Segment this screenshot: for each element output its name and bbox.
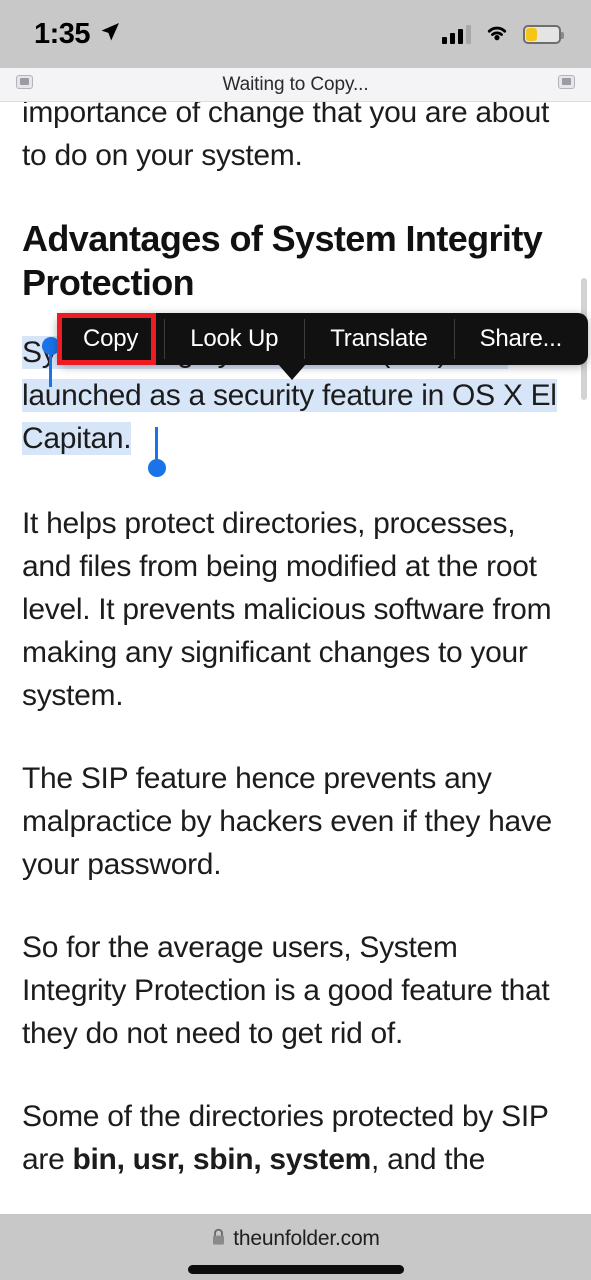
paragraph-5-bold-dirs: bin, usr, sbin, system bbox=[72, 1143, 372, 1176]
context-menu-item-translate[interactable]: Translate bbox=[304, 313, 453, 365]
url-bar[interactable]: theunfolder.com bbox=[211, 1227, 380, 1251]
article-content[interactable]: process, let us first discuss the import… bbox=[0, 102, 591, 1214]
paragraph-top: process, let us first discuss the import… bbox=[22, 102, 549, 172]
browser-bottom-bar: theunfolder.com bbox=[0, 1214, 591, 1280]
status-bar-time: 1:35 bbox=[34, 17, 91, 50]
broken-image-icon-right bbox=[558, 75, 575, 89]
wifi-icon bbox=[484, 22, 510, 47]
paragraph-5-text-end: , and the bbox=[371, 1143, 486, 1176]
context-menu-item-copy[interactable]: Copy bbox=[57, 313, 164, 365]
lock-icon bbox=[211, 1228, 226, 1251]
paragraph-5: Some of the directories protected by SIP… bbox=[22, 1095, 569, 1181]
cellular-bars-icon bbox=[442, 24, 471, 44]
broken-image-icon-left bbox=[16, 75, 33, 89]
context-menu-item-look-up[interactable]: Look Up bbox=[164, 313, 304, 365]
status-bar: 1:35 bbox=[0, 0, 591, 68]
battery-low-power-icon bbox=[523, 24, 564, 44]
paragraph-3: The SIP feature hence prevents any malpr… bbox=[22, 762, 552, 881]
phone-screen: 1:35 Waiting to Copy... process, let bbox=[0, 0, 591, 1280]
section-heading: Advantages of System Integrity Protectio… bbox=[22, 218, 543, 303]
location-arrow-icon bbox=[99, 21, 121, 48]
url-text[interactable]: theunfolder.com bbox=[233, 1227, 380, 1251]
paragraph-4: So for the average users, System Integri… bbox=[22, 931, 550, 1050]
status-bar-right bbox=[442, 22, 564, 47]
context-menu-pointer-tail bbox=[278, 364, 306, 380]
paragraph-2: It helps protect directories, processes,… bbox=[22, 507, 552, 712]
context-menu-item-share[interactable]: Share... bbox=[453, 313, 588, 365]
article-body: process, let us first discuss the import… bbox=[0, 102, 591, 1214]
browser-top-toolbar: Waiting to Copy... bbox=[0, 68, 591, 102]
text-selection-context-menu[interactable]: Copy Look Up Translate Share... bbox=[57, 313, 589, 365]
home-indicator[interactable] bbox=[187, 1265, 404, 1274]
status-bar-left: 1:35 bbox=[34, 17, 121, 50]
toolbar-status-label: Waiting to Copy... bbox=[222, 73, 369, 95]
